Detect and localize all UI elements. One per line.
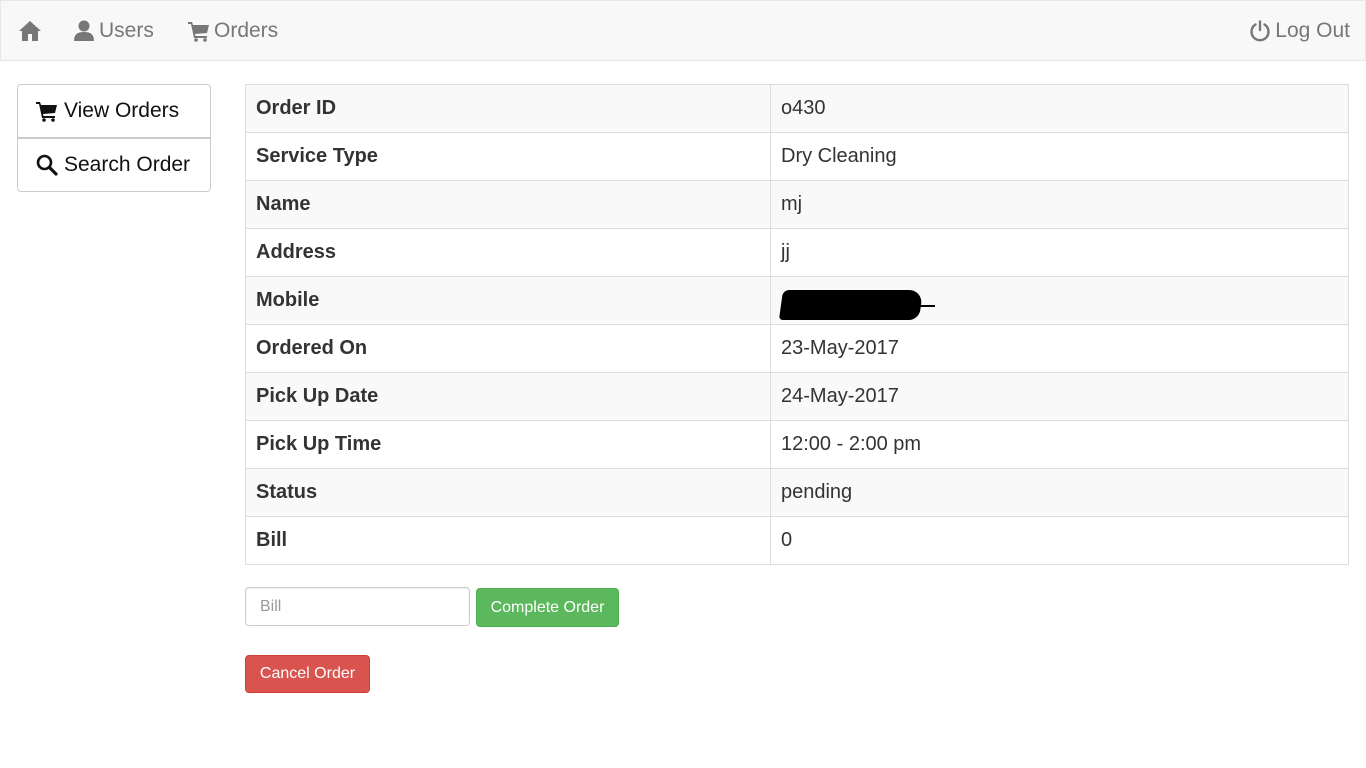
row-value: 12:00 - 2:00 pm xyxy=(770,420,1349,469)
row-label: Address xyxy=(245,228,771,277)
table-row: Pick Up Date 24-May-2017 xyxy=(245,372,1349,421)
row-value: 23-May-2017 xyxy=(770,324,1349,373)
table-row: Ordered On 23-May-2017 xyxy=(245,324,1349,373)
table-row: Address jj xyxy=(245,228,1349,277)
row-value: 0 xyxy=(770,516,1349,565)
row-label: Status xyxy=(245,468,771,517)
view-orders-label: View Orders xyxy=(64,99,180,122)
cancel-order-button[interactable]: Cancel Order xyxy=(245,655,370,693)
table-row: Bill 0 xyxy=(245,516,1349,565)
view-orders-button[interactable]: View Orders xyxy=(17,84,211,138)
search-order-button[interactable]: Search Order xyxy=(17,138,211,192)
user-icon xyxy=(73,20,95,42)
nav-orders-label: Orders xyxy=(214,19,279,42)
search-order-label: Search Order xyxy=(64,153,191,176)
row-label: Name xyxy=(245,180,771,229)
home-icon xyxy=(18,20,42,42)
nav-orders-link[interactable]: Orders xyxy=(188,1,278,61)
search-icon xyxy=(36,154,58,176)
cart-icon xyxy=(188,20,210,42)
row-value: Dry Cleaning xyxy=(770,132,1349,181)
table-row: Mobile xyxy=(245,276,1349,325)
row-value: jj xyxy=(770,228,1349,277)
row-label: Bill xyxy=(245,516,771,565)
nav-users-label: Users xyxy=(99,19,154,42)
cart-icon xyxy=(36,100,58,122)
row-label: Pick Up Date xyxy=(245,372,771,421)
table-row: Status pending xyxy=(245,468,1349,517)
top-navbar: Users Orders Log Out xyxy=(0,0,1366,61)
row-value: o430 xyxy=(770,84,1349,133)
nav-users-link[interactable]: Users xyxy=(73,1,154,61)
table-row: Name mj xyxy=(245,180,1349,229)
mobile-value-redacted xyxy=(770,276,1349,325)
complete-order-button[interactable]: Complete Order xyxy=(476,588,619,627)
table-row: Service Type Dry Cleaning xyxy=(245,132,1349,181)
logout-link[interactable]: Log Out xyxy=(1249,1,1350,61)
home-link[interactable] xyxy=(18,1,46,61)
row-value: 24-May-2017 xyxy=(770,372,1349,421)
table-row: Pick Up Time 12:00 - 2:00 pm xyxy=(245,420,1349,469)
table-row: Order ID o430 xyxy=(245,84,1349,133)
row-value: mj xyxy=(770,180,1349,229)
row-label: Pick Up Time xyxy=(245,420,771,469)
row-label: Service Type xyxy=(245,132,771,181)
redaction-mark xyxy=(778,288,935,320)
order-details-table: Order ID o430 Service Type Dry Cleaning … xyxy=(245,84,1349,565)
row-label: Mobile xyxy=(245,276,771,325)
row-label: Order ID xyxy=(245,84,771,133)
power-icon xyxy=(1249,20,1271,42)
sidebar: View Orders Search Order xyxy=(17,84,211,192)
row-label: Ordered On xyxy=(245,324,771,373)
bill-input[interactable] xyxy=(245,587,470,626)
logout-label: Log Out xyxy=(1275,19,1350,42)
row-value: pending xyxy=(770,468,1349,517)
